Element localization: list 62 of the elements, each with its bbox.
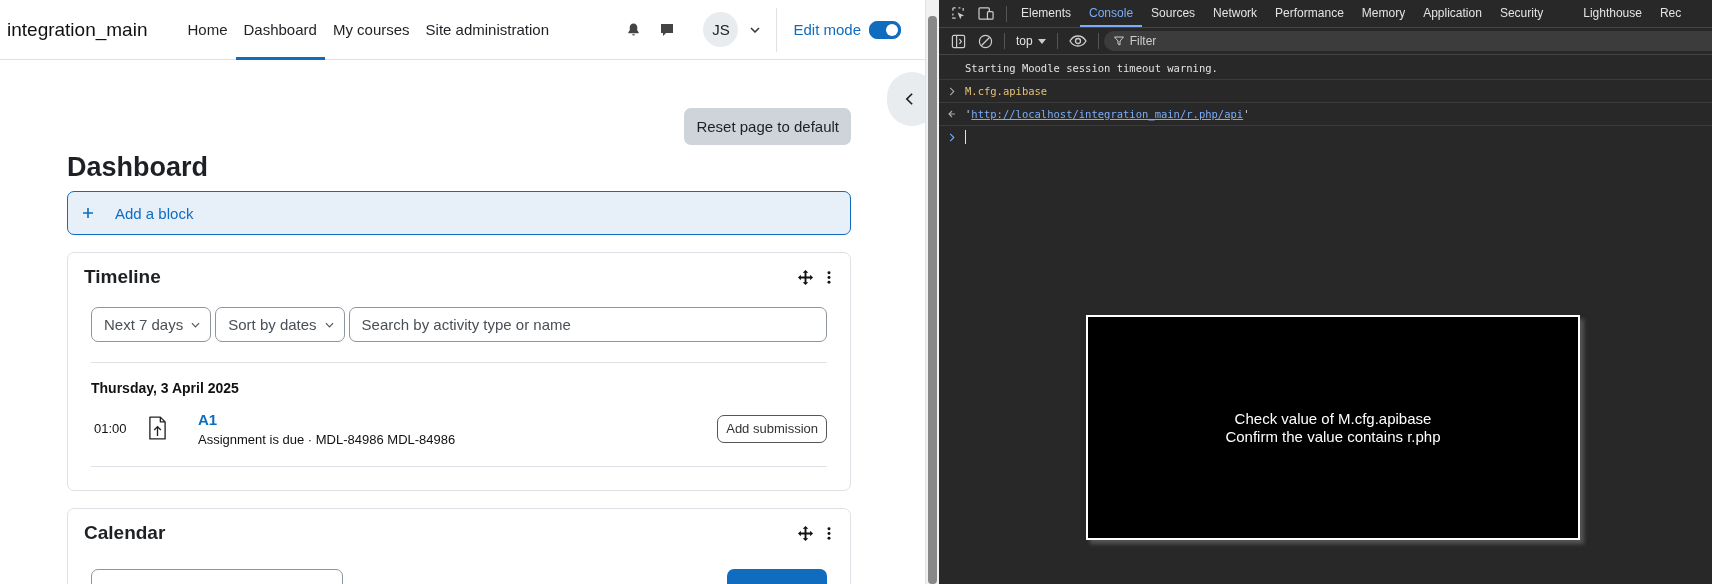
context-dropdown[interactable]: top: [1010, 34, 1052, 48]
edit-mode-label: Edit mode: [793, 21, 861, 38]
filter-field[interactable]: Filter: [1103, 31, 1712, 51]
chevron-left-icon: [905, 92, 914, 106]
move-icon[interactable]: [798, 269, 813, 285]
device-icon[interactable]: [978, 6, 995, 21]
caret-icon[interactable]: [750, 26, 761, 33]
devtools-tab[interactable]: Application: [1414, 0, 1491, 27]
devtools-tab[interactable]: Console: [1080, 0, 1143, 27]
funnel-icon: [1113, 36, 1124, 46]
file-upload-icon: [148, 416, 167, 442]
move-icon[interactable]: [798, 525, 813, 541]
devtools-tab[interactable]: Memory: [1352, 0, 1415, 27]
activity-link[interactable]: A1: [198, 410, 456, 428]
clear-console-icon[interactable]: [978, 33, 993, 49]
scrollbar[interactable]: [925, 0, 939, 584]
search-field[interactable]: Search by activity type or name: [348, 307, 827, 343]
devtools-tab[interactable]: Performance: [1266, 0, 1353, 27]
block-title: Timeline: [84, 266, 161, 289]
chat-icon[interactable]: [659, 21, 676, 38]
nav-link[interactable]: My courses: [324, 0, 418, 60]
devtools-tab[interactable]: Security: [1490, 0, 1553, 27]
devtools-tab[interactable]: Sources: [1142, 0, 1205, 27]
filter-dropdown[interactable]: Next 7 days: [91, 307, 212, 343]
caret-icon: [191, 321, 201, 328]
add-submission-button[interactable]: Add submission: [717, 414, 827, 443]
add-block-button[interactable]: Add a block: [67, 191, 851, 236]
devtools-tab[interactable]: Lighthouse: [1574, 0, 1651, 27]
console-result: 'http://localhost/integration_main/r.php/api': [965, 108, 1250, 120]
bell-icon[interactable]: [626, 22, 642, 37]
console-command-text: M.cfg.apibase: [965, 85, 1048, 97]
chevron-icon[interactable]: [947, 86, 957, 96]
devtools-tab[interactable]: Elements: [1012, 0, 1081, 27]
event-time: 01:00: [93, 421, 128, 437]
nav-link[interactable]: Home: [179, 0, 236, 60]
user-avatar[interactable]: JS: [703, 12, 739, 47]
devtools-tab[interactable]: Rec: [1650, 0, 1691, 27]
more-icon[interactable]: [827, 526, 831, 540]
inspect-icon[interactable]: [951, 6, 966, 21]
return-arrow-icon: [947, 110, 957, 118]
dropdown-triangle-icon: [1037, 38, 1046, 44]
prompt-icon: [947, 132, 957, 142]
nav-link[interactable]: Site administration: [417, 0, 557, 60]
reset-page-button[interactable]: Reset page to default: [684, 108, 851, 145]
caption-text: Confirm the value contains r.php: [1225, 427, 1441, 446]
filter-dropdown[interactable]: Sort by dates: [215, 307, 345, 343]
caption-text: Check value of M.cfg.apibase: [1234, 409, 1432, 428]
sidebar-icon[interactable]: [951, 33, 966, 49]
block-title: Calendar: [84, 522, 166, 545]
page-title: Dashboard: [67, 151, 210, 184]
more-icon[interactable]: [827, 270, 831, 284]
devtools-tab[interactable]: Network: [1204, 0, 1267, 27]
date-heading: Thursday, 3 April 2025: [91, 380, 240, 397]
site-name[interactable]: integration_main: [7, 18, 148, 41]
url-link[interactable]: http://localhost/integration_main/r.php/api: [971, 108, 1244, 120]
nav-link[interactable]: Dashboard: [235, 0, 325, 60]
edit-mode-switch[interactable]: [869, 20, 901, 39]
plus-icon: [82, 207, 94, 220]
console-message: Starting Moodle session timeout warning.: [965, 62, 1218, 74]
eye-icon[interactable]: [1068, 35, 1087, 47]
event-detail: Assignment is due · MDL-84986 MDL-84986: [198, 431, 456, 447]
caret-icon: [324, 321, 334, 328]
